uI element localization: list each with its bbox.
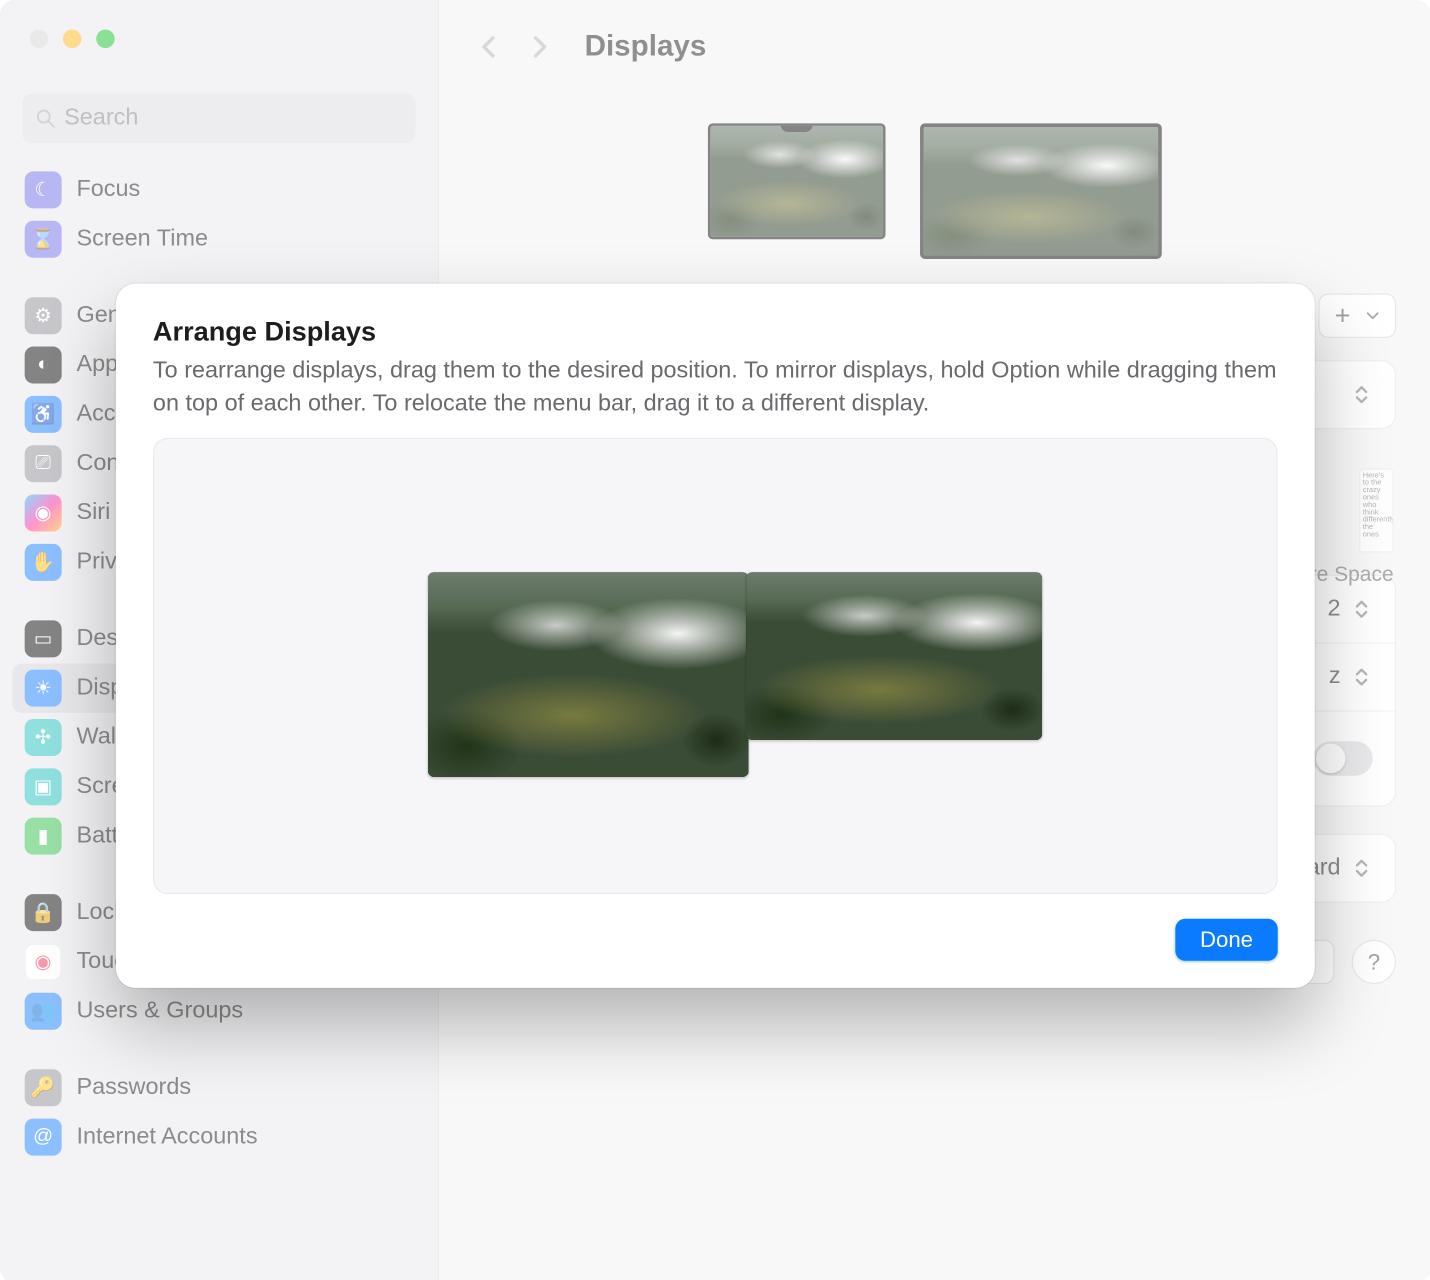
search-input[interactable]: Search	[22, 94, 415, 143]
arrange-display-1[interactable]	[428, 572, 749, 777]
help-button[interactable]: ?	[1352, 940, 1396, 984]
updown-icon	[1350, 598, 1372, 620]
lock-icon: 🔒	[25, 894, 62, 931]
moon-icon: ☾	[25, 171, 62, 208]
sidebar-item-label: Users & Groups	[76, 998, 243, 1025]
back-icon[interactable]	[476, 33, 503, 60]
modal-description: To rearrange displays, drag them to the …	[153, 355, 1278, 421]
system-settings-window: Search ☾Focus⌛Screen Time⚙General◐Appear…	[0, 0, 1430, 1280]
sidebar-item-users-groups[interactable]: 👥 Users & Groups	[12, 987, 425, 1036]
arrange-display-2[interactable]	[746, 572, 1042, 740]
sidebar-item-focus[interactable]: ☾ Focus	[12, 165, 425, 214]
forward-icon[interactable]	[525, 33, 552, 60]
arrange-displays-modal: Arrange Displays To rearrange displays, …	[116, 284, 1315, 988]
page-title: Displays	[585, 30, 707, 65]
close-window-icon[interactable]	[30, 30, 48, 48]
fingerprint-icon: ◉	[25, 943, 62, 980]
sidebar-item-screen-time[interactable]: ⌛ Screen Time	[12, 215, 425, 264]
sidebar-item-label: Focus	[76, 176, 140, 203]
people-icon: 👥	[25, 993, 62, 1030]
add-display-button[interactable]: +	[1319, 294, 1397, 338]
updown-icon	[1350, 857, 1372, 879]
display-thumb-1[interactable]	[708, 123, 886, 239]
at-icon: @	[25, 1119, 62, 1156]
topbar: Displays	[439, 0, 1430, 94]
sidebar-item-label: Screen Time	[76, 226, 208, 253]
hdr-toggle[interactable]	[1313, 741, 1372, 776]
updown-icon	[1350, 384, 1372, 406]
done-button[interactable]: Done	[1175, 919, 1277, 961]
dock-icon: ▭	[25, 620, 62, 657]
window-controls	[30, 30, 115, 48]
brightness-icon: ☀	[25, 670, 62, 707]
arrange-canvas[interactable]	[153, 438, 1278, 894]
display-thumb-2[interactable]	[920, 123, 1162, 259]
sidebar-item-passwords[interactable]: 🔑 Passwords	[12, 1063, 425, 1112]
person-icon: ♿	[25, 396, 62, 433]
hourglass-icon: ⌛	[25, 221, 62, 258]
chevron-down-icon	[1365, 308, 1380, 323]
plus-icon: +	[1335, 300, 1351, 332]
updown-icon	[1350, 666, 1372, 688]
refresh-rate-select[interactable]: 2	[1328, 596, 1373, 623]
screensaver-icon: ▣	[25, 768, 62, 805]
sidebar-item-internet-accounts[interactable]: @ Internet Accounts	[12, 1112, 425, 1161]
key-icon: 🔑	[25, 1069, 62, 1106]
battery-icon: ▮	[25, 818, 62, 855]
minimize-window-icon[interactable]	[63, 30, 81, 48]
contrast-icon: ◐	[25, 347, 62, 384]
modal-title: Arrange Displays	[153, 316, 1278, 348]
hz-select[interactable]: z	[1329, 664, 1373, 691]
siri-icon: ◉	[25, 495, 62, 532]
sidebar-item-label: Passwords	[76, 1074, 191, 1101]
use-as-select[interactable]: Use as y	[1329, 381, 1373, 408]
sidebar-item-label: Internet Accounts	[76, 1124, 257, 1151]
search-placeholder: Search	[64, 105, 138, 132]
switches-icon: ⎚	[25, 445, 62, 482]
display-thumbnails	[474, 123, 1397, 259]
hand-icon: ✋	[25, 544, 62, 581]
search-icon	[35, 107, 57, 129]
flower-icon: ✣	[25, 719, 62, 756]
resolution-preview-peek: Here's to the crazy ones who think diffe…	[1359, 469, 1394, 553]
gear-icon: ⚙	[25, 297, 62, 334]
zoom-window-icon[interactable]	[96, 30, 114, 48]
